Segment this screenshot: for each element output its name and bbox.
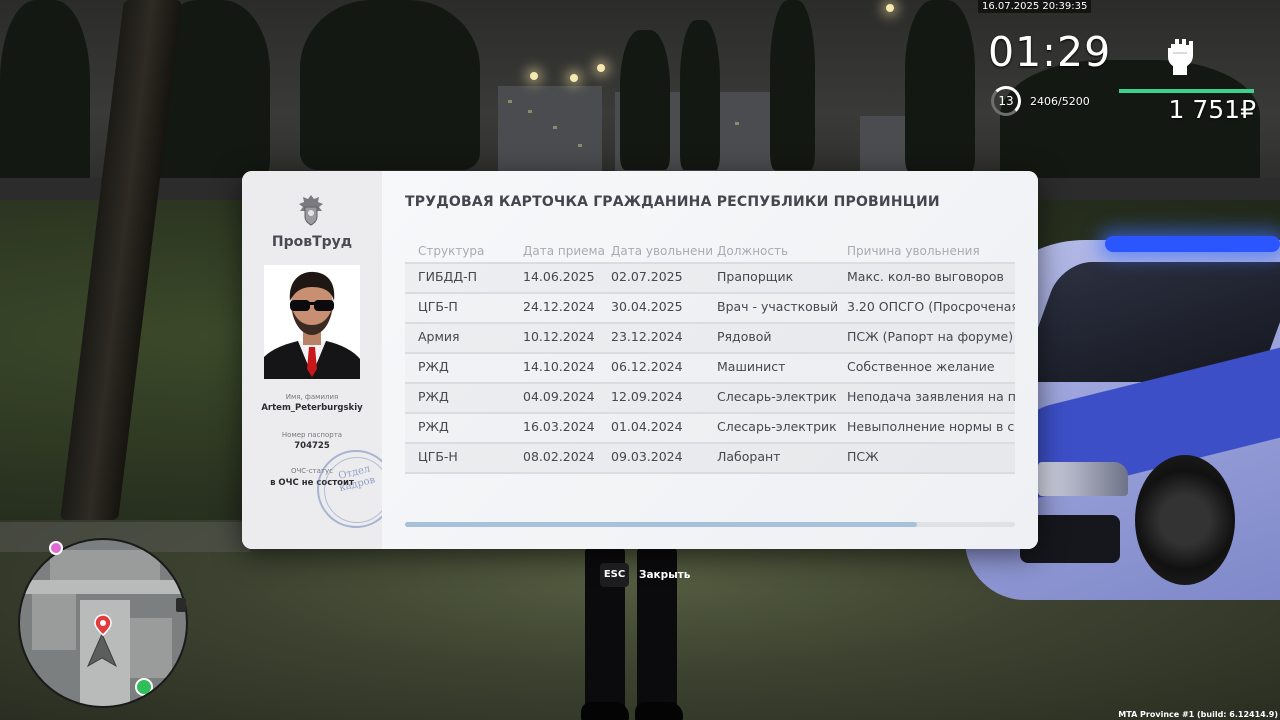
table-cell: Прапорщик bbox=[717, 269, 794, 284]
table-row: ЦГБ-П 24.12.2024 30.04.2025 Врач - участ… bbox=[405, 292, 1015, 322]
table-row: РЖД 16.03.2024 01.04.2024 Слесарь-электр… bbox=[405, 412, 1015, 442]
minimap[interactable] bbox=[18, 538, 188, 708]
compass-north-icon bbox=[176, 598, 186, 612]
table-cell: Армия bbox=[418, 329, 460, 344]
money-balance: 1 751₽ bbox=[1168, 95, 1256, 124]
table-cell: РЖД bbox=[418, 389, 449, 404]
table-cell: ПСЖ (Рапорт на форуме) bbox=[847, 329, 1014, 344]
table-cell: Невыполнение нормы в срок bbox=[847, 419, 1015, 434]
column-header: Дата приема bbox=[523, 244, 605, 258]
table-cell: ЦГБ-Н bbox=[418, 449, 458, 464]
table-row: Армия 10.12.2024 23.12.2024 Рядовой ПСЖ … bbox=[405, 322, 1015, 352]
tree bbox=[905, 0, 975, 175]
table-header: Структура Дата приема Дата увольнени Дол… bbox=[405, 240, 1015, 262]
column-header: Дата увольнени bbox=[611, 244, 714, 258]
employment-history-table[interactable]: Структура Дата приема Дата увольнени Дол… bbox=[405, 240, 1015, 474]
table-cell: РЖД bbox=[418, 359, 449, 374]
coat-of-arms-icon bbox=[299, 195, 323, 226]
level-indicator: 13 bbox=[991, 86, 1021, 116]
horizontal-scrollbar[interactable] bbox=[405, 522, 1015, 527]
table-cell: 16.03.2024 bbox=[523, 419, 595, 434]
table-cell: Машинист bbox=[717, 359, 786, 374]
table-cell: 14.06.2025 bbox=[523, 269, 595, 284]
table-cell: ПСЖ bbox=[847, 449, 879, 464]
column-header: Структура bbox=[418, 244, 485, 258]
game-scene: 16.07.2025 20:39:35 01:29 13 2406/5200 1… bbox=[0, 0, 1280, 720]
game-clock: 01:29 bbox=[988, 28, 1112, 76]
name-label: Имя, фамилия bbox=[285, 393, 339, 401]
table-cell: Слесарь-электрик bbox=[717, 419, 837, 434]
table-row: ЦГБ-Н 08.02.2024 09.03.2024 Лаборант ПСЖ bbox=[405, 442, 1015, 472]
street-lamp bbox=[530, 72, 538, 80]
column-header: Причина увольнения bbox=[847, 244, 980, 258]
table-row: РЖД 14.10.2024 06.12.2024 Машинист Собст… bbox=[405, 352, 1015, 382]
police-car-headlight bbox=[1038, 462, 1128, 496]
table-cell: Собственное желание bbox=[847, 359, 995, 374]
table-cell: РЖД bbox=[418, 419, 449, 434]
column-header: Должность bbox=[717, 244, 789, 258]
table-cell: 06.12.2024 bbox=[611, 359, 683, 374]
build-info: MTA Province #1 (build: 6.12414.9) bbox=[1118, 710, 1278, 719]
passport-label: Номер паспорта bbox=[281, 431, 343, 439]
table-cell: Неподача заявления на повы bbox=[847, 389, 1015, 404]
table-body: ГИБДД-П 14.06.2025 02.07.2025 Прапорщик … bbox=[405, 262, 1015, 474]
player-arrow-icon bbox=[86, 632, 118, 668]
tree bbox=[770, 0, 815, 170]
table-cell: 09.03.2024 bbox=[611, 449, 683, 464]
table-cell: 08.02.2024 bbox=[523, 449, 595, 464]
table-row: РЖД 04.09.2024 12.09.2024 Слесарь-электр… bbox=[405, 382, 1015, 412]
table-row: ГИБДД-П 14.06.2025 02.07.2025 Прапорщик … bbox=[405, 262, 1015, 292]
raised-fist-icon bbox=[1168, 39, 1193, 75]
table-cell: 3.20 ОПСГО (Просроченая bbox=[847, 299, 1015, 314]
tree bbox=[620, 30, 670, 170]
table-cell: ГИБДД-П bbox=[418, 269, 477, 284]
table-cell: Рядовой bbox=[717, 329, 772, 344]
table-cell: 04.09.2024 bbox=[523, 389, 595, 404]
job-marker-icon bbox=[135, 678, 153, 696]
table-cell: 30.04.2025 bbox=[611, 299, 683, 314]
tree bbox=[300, 0, 480, 170]
street-lamp bbox=[597, 64, 605, 72]
street-lamp bbox=[886, 4, 894, 12]
table-cell: 10.12.2024 bbox=[523, 329, 595, 344]
table-cell: Врач - участковый bbox=[717, 299, 839, 314]
location-pin-icon bbox=[94, 614, 112, 636]
tree bbox=[680, 20, 720, 170]
tree bbox=[0, 0, 90, 200]
table-cell: Лаборант bbox=[717, 449, 781, 464]
street-lamp bbox=[570, 74, 578, 82]
table-cell: 02.07.2025 bbox=[611, 269, 683, 284]
table-cell: Макс. кол-во выговоров bbox=[847, 269, 1004, 284]
avatar bbox=[264, 265, 360, 379]
table-cell: 23.12.2024 bbox=[611, 329, 683, 344]
apartment-building bbox=[498, 86, 602, 178]
citizen-photo bbox=[264, 265, 360, 379]
table-cell: ЦГБ-П bbox=[418, 299, 458, 314]
table-cell: 24.12.2024 bbox=[523, 299, 595, 314]
card-title: ТРУДОВАЯ КАРТОЧКА ГРАЖДАНИНА РЕСПУБЛИКИ … bbox=[405, 194, 940, 210]
esc-key-badge[interactable]: ESC bbox=[600, 563, 629, 587]
health-bar bbox=[1119, 89, 1254, 93]
police-siren-light bbox=[1105, 236, 1280, 252]
close-hint-label[interactable]: Закрыть bbox=[639, 569, 690, 581]
police-car-wheel bbox=[1135, 455, 1235, 585]
organization-name: ПровТруд bbox=[271, 234, 353, 250]
experience-counter: 2406/5200 bbox=[1030, 95, 1090, 108]
table-cell: 01.04.2024 bbox=[611, 419, 683, 434]
name-value: Artem_Peterburgskiy bbox=[261, 403, 363, 413]
work-record-card: ПровТруд Имя, фамилия Artem_Peterburgski… bbox=[242, 171, 1038, 549]
waypoint-marker-icon bbox=[49, 541, 63, 555]
table-cell: 12.09.2024 bbox=[611, 389, 683, 404]
table-cell: Слесарь-электрик bbox=[717, 389, 837, 404]
table-cell: 14.10.2024 bbox=[523, 359, 595, 374]
datetime: 16.07.2025 20:39:35 bbox=[978, 0, 1092, 13]
scrollbar-thumb[interactable] bbox=[405, 522, 918, 527]
